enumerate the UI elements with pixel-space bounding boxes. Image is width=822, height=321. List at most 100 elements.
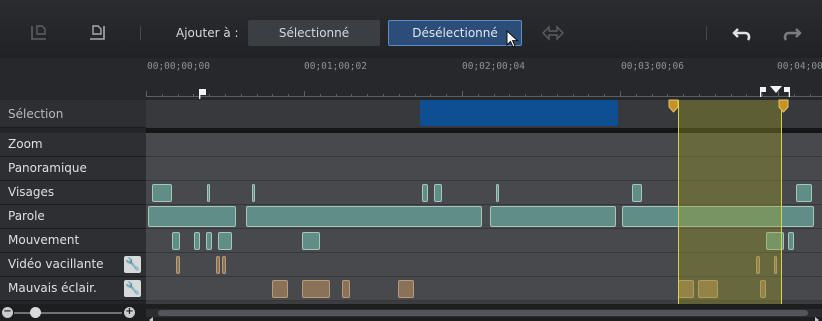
range-start-handle-icon[interactable]	[668, 98, 680, 117]
track-label-text: Visages	[8, 185, 55, 199]
track-label-text: Mouvement	[8, 233, 80, 247]
scroll-right-icon[interactable]	[813, 309, 821, 321]
ruler-tick	[746, 94, 748, 97]
zoom-slider-knob[interactable]	[30, 307, 41, 318]
face-clip[interactable]	[252, 184, 255, 202]
toolbar-divider	[706, 26, 707, 40]
track-label-text: Mauvais éclair.	[8, 281, 97, 295]
ruler-tick	[651, 94, 653, 97]
ruler-tick	[556, 94, 558, 97]
face-clip[interactable]	[434, 184, 442, 202]
timecode-label: 00;00;00;00	[147, 61, 210, 72]
ruler-tick	[635, 94, 637, 97]
track-label-text: Parole	[8, 209, 45, 223]
track-label-faces: Visages	[0, 181, 146, 205]
timecode-label: 00;02;00;04	[462, 61, 525, 72]
ruler-tick	[462, 91, 463, 97]
ruler-tick	[667, 94, 669, 97]
face-clip[interactable]	[632, 184, 642, 202]
ruler-tick	[161, 94, 163, 97]
timecode-label: 00;01;00;02	[304, 61, 367, 72]
horizontal-scrollbar[interactable]	[146, 309, 822, 321]
lighting-clip[interactable]	[302, 280, 330, 298]
zoom-in-icon[interactable]: +	[124, 307, 135, 318]
wrench-icon[interactable]: 🔧	[124, 256, 141, 273]
ruler-tick	[588, 94, 590, 97]
shaky-clip[interactable]	[176, 256, 180, 274]
mark-out-icon[interactable]	[86, 22, 108, 44]
motion-clip[interactable]	[218, 232, 232, 250]
ruler-axis	[146, 96, 822, 97]
ruler-tick	[572, 94, 574, 97]
track-label-motion: Mouvement	[0, 229, 146, 253]
track-label-pan: Panoramique	[0, 157, 146, 181]
toolbar: Ajouter à : Sélectionné Désélectionné	[0, 0, 822, 58]
scrollbar-thumb[interactable]	[158, 310, 808, 316]
select-button[interactable]: Sélectionné	[248, 20, 380, 46]
wrench-icon[interactable]: 🔧	[124, 280, 141, 297]
ruler-tick	[714, 94, 716, 97]
ruler-tick	[604, 94, 606, 97]
undo-icon[interactable]	[732, 22, 754, 44]
motion-clip[interactable]	[206, 232, 212, 250]
ruler-tick	[509, 94, 511, 97]
face-clip[interactable]	[796, 184, 812, 202]
scroll-left-icon[interactable]	[147, 309, 155, 321]
ruler-tick	[177, 94, 179, 97]
face-clip[interactable]	[152, 184, 172, 202]
ruler-tick	[335, 94, 337, 97]
face-clip[interactable]	[207, 184, 210, 202]
ruler-tick	[683, 94, 685, 97]
add-to-label: Ajouter à :	[176, 26, 239, 40]
lighting-clip[interactable]	[342, 280, 350, 298]
speech-clip[interactable]	[246, 206, 482, 227]
track-label-text: Zoom	[8, 137, 43, 151]
swap-icon[interactable]	[540, 22, 564, 44]
ruler-tick	[430, 94, 432, 97]
ruler-tick	[351, 94, 353, 97]
shaky-clip[interactable]	[216, 256, 220, 274]
track-label-shaky-video: Vidéo vacillante 🔧	[0, 253, 146, 277]
shaky-clip[interactable]	[222, 256, 226, 274]
motion-clip[interactable]	[302, 232, 320, 250]
lighting-clip[interactable]	[272, 280, 288, 298]
ruler-tick	[288, 94, 290, 97]
timecode-label: 00;04;00	[777, 61, 822, 72]
ruler-tick	[225, 94, 226, 97]
motion-clip[interactable]	[172, 232, 180, 250]
ruler-tick	[809, 94, 811, 97]
track-label-zoom: Zoom	[0, 133, 146, 157]
lighting-clip[interactable]	[398, 280, 414, 298]
ruler-tick	[541, 94, 542, 97]
ruler-tick	[620, 91, 621, 97]
redo-icon[interactable]	[780, 22, 802, 44]
face-clip[interactable]	[422, 184, 428, 202]
range-end-handle-icon[interactable]	[778, 98, 790, 117]
track-label-text: Sélection	[8, 107, 64, 121]
deselect-button[interactable]: Désélectionné	[388, 20, 522, 46]
ruler-tick	[383, 94, 384, 97]
zoom-out-icon[interactable]: −	[2, 307, 13, 318]
ruler-tick	[272, 94, 274, 97]
selection-clip[interactable]	[420, 100, 618, 126]
speech-clip[interactable]	[148, 206, 236, 227]
time-ruler[interactable]: 00;00;00;00 00;01;00;02 00;02;00;04 00;0…	[0, 58, 822, 100]
speech-clip[interactable]	[490, 206, 616, 227]
track-label-text: Panoramique	[8, 161, 87, 175]
timecode-label: 00;03;00;06	[621, 61, 684, 72]
face-clip[interactable]	[496, 184, 499, 202]
ruler-tick	[493, 94, 495, 97]
ruler-tick	[398, 94, 400, 97]
bottom-bar: − +	[0, 304, 822, 321]
track-label-text: Vidéo vacillante	[8, 257, 104, 271]
track-labels-panel: Sélection Zoom Panoramique Visages Parol…	[0, 100, 146, 304]
ruler-tick	[146, 91, 147, 97]
motion-clip[interactable]	[194, 232, 200, 250]
ruler-tick	[525, 94, 527, 97]
track-label-poor-lighting: Mauvais éclair. 🔧	[0, 277, 146, 301]
selected-range-overlay[interactable]	[678, 100, 782, 304]
ruler-tick	[367, 94, 369, 97]
motion-clip[interactable]	[788, 232, 794, 250]
ruler-tick	[240, 94, 242, 97]
mark-in-icon[interactable]	[28, 22, 50, 44]
